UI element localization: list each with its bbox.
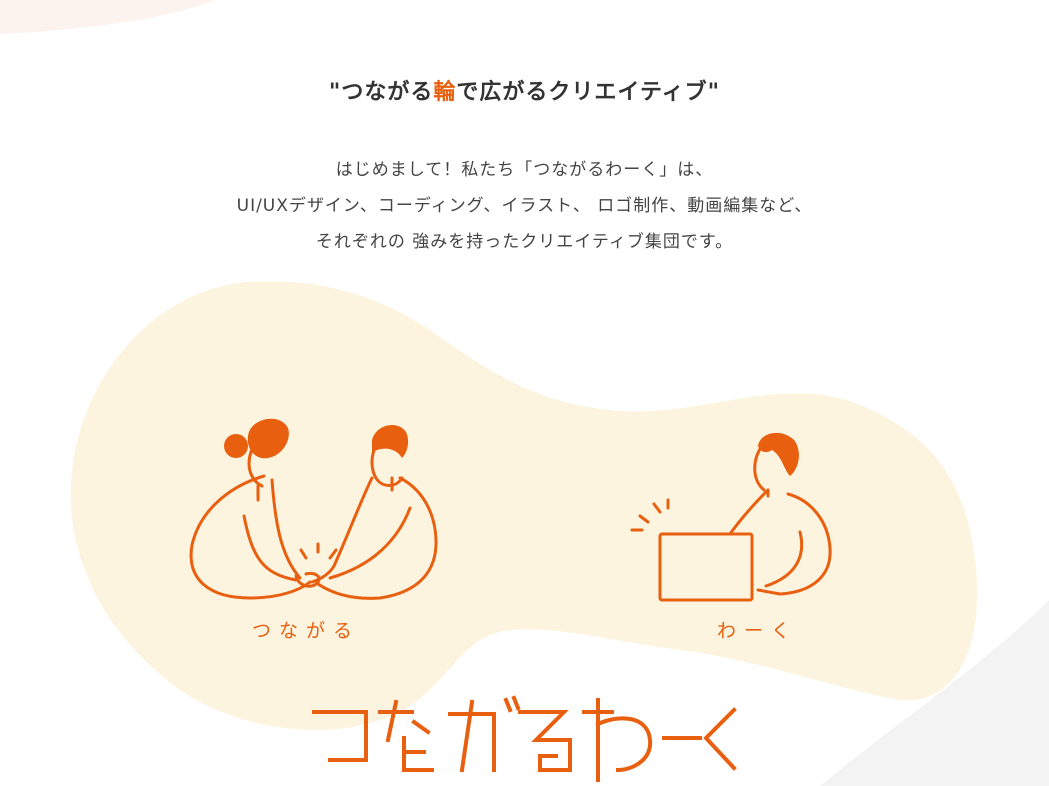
tsunagaru-work-logo <box>312 695 737 782</box>
logo-glyph-ru <box>518 710 572 772</box>
logo-glyph-ku <box>703 707 737 771</box>
logo-glyph-tsu <box>312 710 368 762</box>
logo-glyph-ga <box>448 695 521 773</box>
logo-glyph-na <box>378 699 434 772</box>
logo-glyph-wa <box>582 698 653 782</box>
